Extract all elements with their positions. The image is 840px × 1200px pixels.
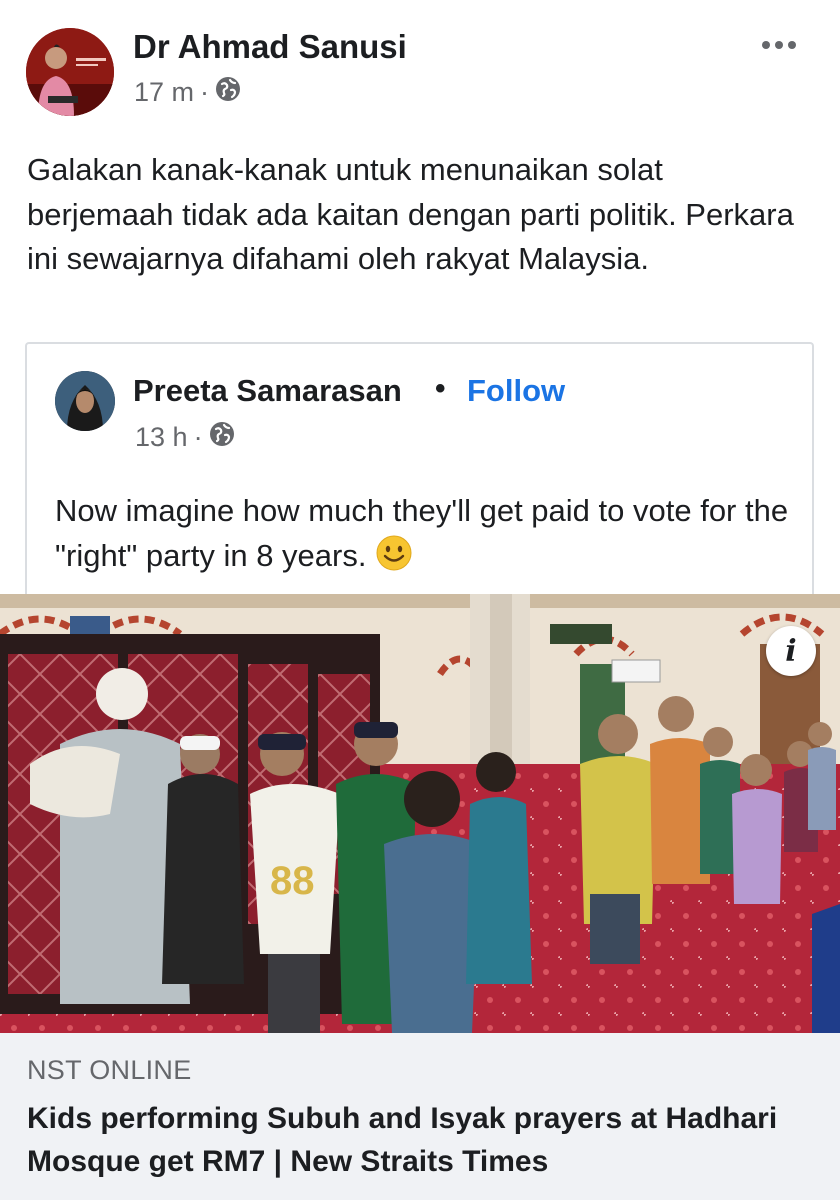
meta-separator: · (200, 77, 210, 107)
name-follow-separator: • (435, 372, 446, 405)
author-name[interactable]: Dr Ahmad Sanusi (133, 28, 407, 66)
dot (788, 41, 796, 49)
globe-icon (209, 421, 235, 454)
post-text: Galakan kanak-kanak untuk menunaikan sol… (27, 152, 794, 276)
post-time[interactable]: 17 m (134, 77, 194, 108)
more-options-icon[interactable] (762, 36, 800, 54)
post-header: Dr Ahmad Sanusi 17 m · (0, 0, 840, 130)
svg-text:88: 88 (270, 859, 315, 903)
author-avatar[interactable] (26, 28, 114, 116)
link-preview[interactable]: NST ONLINE Kids performing Subuh and Isy… (0, 1033, 840, 1200)
shared-post-meta: 13 h · (135, 421, 235, 454)
shared-post[interactable]: Preeta Samarasan • Follow 13 h · Now ima… (25, 342, 814, 594)
link-source: NST ONLINE (27, 1055, 192, 1085)
dot (775, 41, 783, 49)
shared-author-avatar[interactable] (55, 371, 115, 431)
meta-separator: · (193, 422, 203, 452)
smiling-face-emoji (375, 534, 413, 585)
shared-post-text: Now imagine how much they'll get paid to… (55, 489, 795, 584)
post-meta: 17 m · (134, 76, 241, 109)
follow-button[interactable]: Follow (467, 373, 565, 409)
dot (762, 41, 770, 49)
link-title[interactable]: Kids performing Subuh and Isyak prayers … (27, 1097, 817, 1183)
link-preview-image[interactable]: 88 i (0, 594, 840, 1033)
shared-post-time[interactable]: 13 h (135, 422, 188, 453)
globe-icon (215, 76, 241, 109)
shared-author-name[interactable]: Preeta Samarasan (133, 373, 402, 409)
info-icon[interactable]: i (766, 626, 816, 676)
shared-post-text-content: Now imagine how much they'll get paid to… (55, 493, 789, 573)
